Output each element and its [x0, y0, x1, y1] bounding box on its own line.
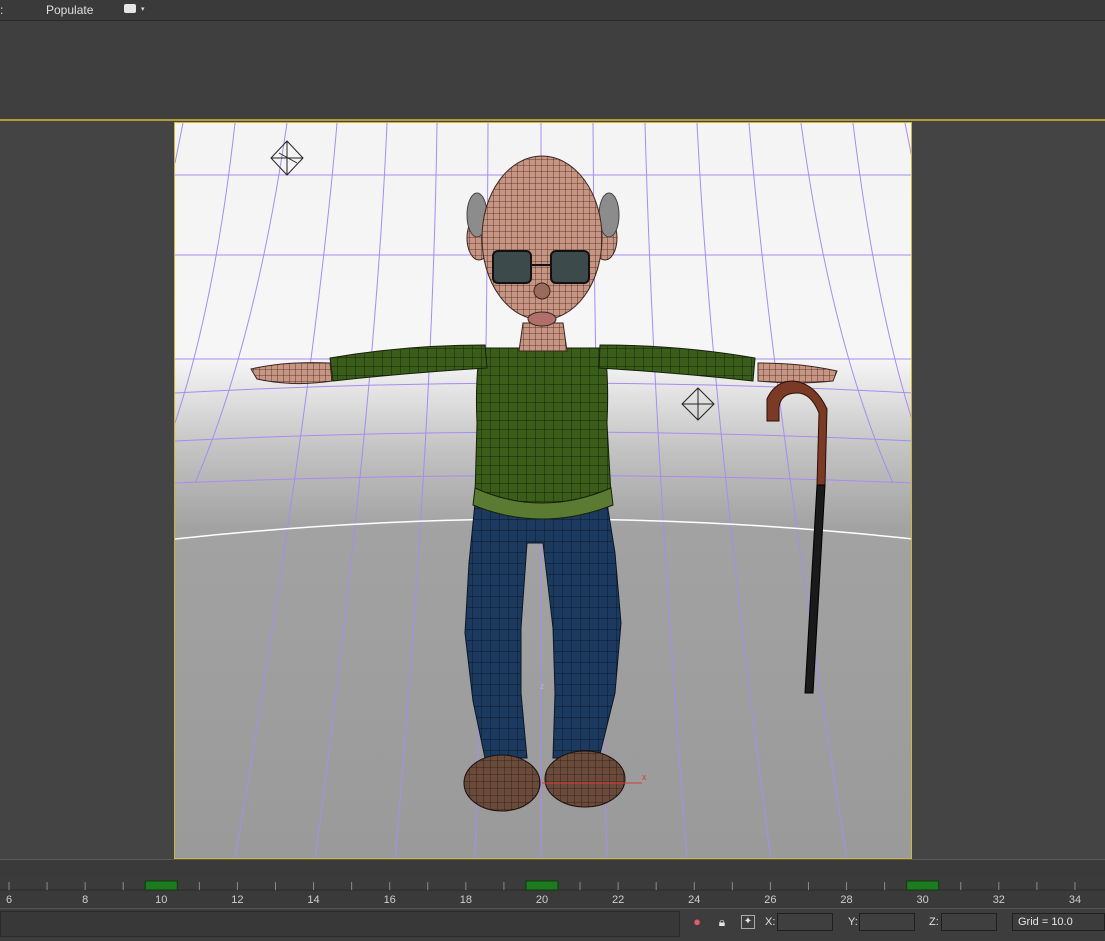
keyframe-marker	[144, 880, 178, 891]
track-bar[interactable]: 6 8 10 12 14 16 18 20 22 24 26 28 30 32 34	[0, 878, 1105, 908]
trackbar-tick-label: 18	[460, 894, 472, 906]
trackbar-tick-label: 10	[155, 894, 167, 906]
chevron-down-icon: ▾	[141, 6, 145, 13]
y-coordinate-label: Y:	[848, 916, 858, 928]
grid-size-readout: Grid = 10.0	[1012, 913, 1105, 931]
trackbar-tick-label: 22	[612, 894, 624, 906]
pin-icon[interactable]: ●	[689, 914, 705, 930]
x-coordinate-field[interactable]	[777, 913, 833, 931]
trackbar-tick-label: 28	[840, 894, 852, 906]
snap-toggle-icon[interactable]: ✦	[741, 915, 755, 929]
menu-bar: : Populate ▾	[0, 0, 1105, 21]
y-coordinate-field[interactable]	[859, 913, 915, 931]
trackbar-tick-label: 24	[688, 894, 700, 906]
lock-icon[interactable]: 🔒︎	[714, 914, 730, 930]
trackbar-tick-label: 16	[384, 894, 396, 906]
trackbar-tick-label: 8	[82, 894, 88, 906]
trackbar-tick-label: 6	[6, 894, 12, 906]
menu-item-partial[interactable]: :	[0, 3, 3, 17]
keyframe-marker	[906, 880, 940, 891]
trackbar-tick-label: 26	[764, 894, 776, 906]
ribbon-toggle-dropdown[interactable]: ▾	[124, 4, 150, 16]
z-coordinate-field[interactable]	[941, 913, 997, 931]
perspective-viewport[interactable]: x z	[174, 122, 912, 859]
z-coordinate-label: Z:	[929, 916, 939, 928]
status-bar: ● 🔒︎ ✦ X: Y: Z: Grid = 10.0	[0, 908, 1105, 941]
trackbar-tick-label: 12	[231, 894, 243, 906]
trackbar-tick-labels: 6 8 10 12 14 16 18 20 22 24 26 28 30 32 34	[6, 894, 1081, 906]
trackbar-tick-label: 34	[1069, 894, 1081, 906]
trackbar-tick-label: 32	[993, 894, 1005, 906]
x-coordinate-label: X:	[765, 916, 776, 928]
axis-x-label: x	[642, 772, 647, 782]
trackbar-tick-label: 14	[307, 894, 319, 906]
prompt-line	[0, 911, 680, 937]
trackbar-tick-label: 30	[917, 894, 929, 906]
trackbar-tick-label: 20	[536, 894, 548, 906]
ribbon-toggle-icon	[124, 4, 136, 13]
menu-item-populate[interactable]: Populate	[46, 3, 93, 17]
axis-z-label: z	[540, 682, 544, 691]
keyframe-marker	[525, 880, 559, 891]
ribbon-panel	[0, 21, 1105, 119]
viewport-scene: x z	[175, 123, 911, 858]
